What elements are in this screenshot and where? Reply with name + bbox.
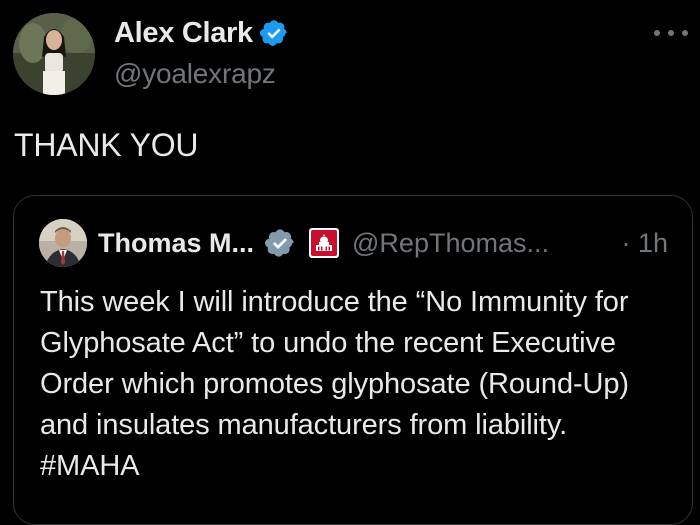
quoted-header: Thomas M... @RepThomas... · 1h	[98, 224, 668, 262]
us-capitol-flag-icon[interactable]	[308, 227, 340, 259]
quoted-timestamp[interactable]: · 1h	[621, 228, 668, 259]
verified-badge-icon[interactable]	[259, 18, 289, 48]
author-name[interactable]: Alex Clark	[114, 17, 253, 50]
author-name-row[interactable]: Alex Clark	[114, 14, 289, 52]
author-handle[interactable]: @yoalexrapz	[114, 58, 276, 90]
verified-badge-icon[interactable]	[264, 227, 296, 259]
quoted-tweet-card[interactable]: Thomas M... @RepThomas... · 1h This week…	[13, 195, 693, 525]
more-horizontal-icon	[682, 30, 688, 36]
quoted-tweet-text: This week I will introduce the “No Immun…	[40, 286, 629, 482]
author-avatar[interactable]	[13, 13, 95, 95]
quoted-author-name[interactable]: Thomas M...	[98, 228, 254, 259]
more-horizontal-icon	[668, 30, 674, 36]
tweet-text: THANK YOU	[14, 127, 199, 163]
tweet: Alex Clark @yoalexrapz THANK YOU Thomas …	[0, 0, 700, 525]
quoted-author-avatar[interactable]	[39, 219, 87, 267]
more-options-button[interactable]	[654, 26, 688, 40]
quoted-author-handle[interactable]: @RepThomas...	[352, 228, 549, 259]
more-horizontal-icon	[654, 30, 660, 36]
